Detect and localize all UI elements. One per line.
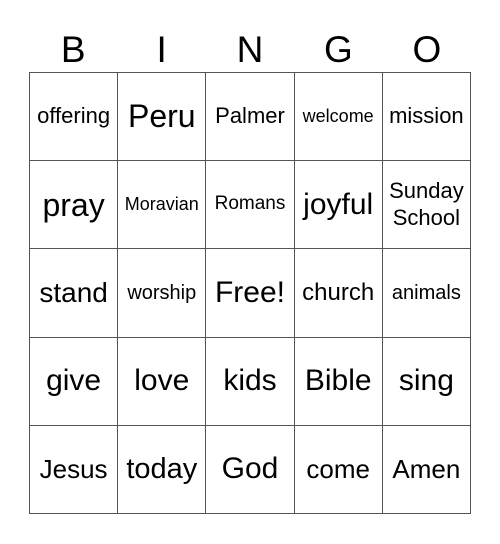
bingo-cell[interactable]: Romans xyxy=(206,161,295,250)
bingo-cell[interactable]: Palmer xyxy=(206,73,295,162)
bingo-cell[interactable]: worship xyxy=(118,249,207,338)
bingo-cell[interactable]: church xyxy=(294,249,383,338)
bingo-cell[interactable]: pray xyxy=(30,161,119,250)
bingo-cell[interactable]: today xyxy=(118,425,207,514)
bingo-cell[interactable]: joyful xyxy=(294,161,383,250)
bingo-header: B I N G O xyxy=(29,28,471,72)
bingo-grid: offering Peru Palmer welcome mission pray Mora… xyxy=(29,72,471,514)
bingo-cell[interactable]: Amen xyxy=(382,425,471,514)
header-letter-g: G xyxy=(324,29,353,70)
bingo-cell[interactable]: love xyxy=(118,337,207,426)
bingo-cell[interactable]: mission xyxy=(382,73,471,162)
bingo-cell[interactable]: kids xyxy=(206,337,295,426)
bingo-cell[interactable]: God xyxy=(206,425,295,514)
bingo-cell[interactable]: Sunday School xyxy=(382,161,471,250)
bingo-cell[interactable]: Bible xyxy=(294,337,383,426)
bingo-cell[interactable]: Peru xyxy=(118,73,207,162)
header-letter-n: N xyxy=(236,29,264,70)
bingo-cell[interactable]: welcome xyxy=(294,73,383,162)
bingo-cell[interactable]: come xyxy=(294,425,383,514)
bingo-cell[interactable]: animals xyxy=(382,249,471,338)
bingo-cell[interactable]: offering xyxy=(30,73,119,162)
header-letter-i: I xyxy=(156,29,167,70)
bingo-cell[interactable]: stand xyxy=(30,249,119,338)
bingo-cell[interactable]: sing xyxy=(382,337,471,426)
bingo-cell[interactable]: Jesus xyxy=(30,425,119,514)
header-letter-b: B xyxy=(60,29,86,70)
bingo-cell[interactable]: give xyxy=(30,337,119,426)
header-letter-o: O xyxy=(412,29,442,70)
bingo-cell[interactable]: Free! xyxy=(206,249,295,338)
bingo-cell[interactable]: Moravian xyxy=(118,161,207,250)
